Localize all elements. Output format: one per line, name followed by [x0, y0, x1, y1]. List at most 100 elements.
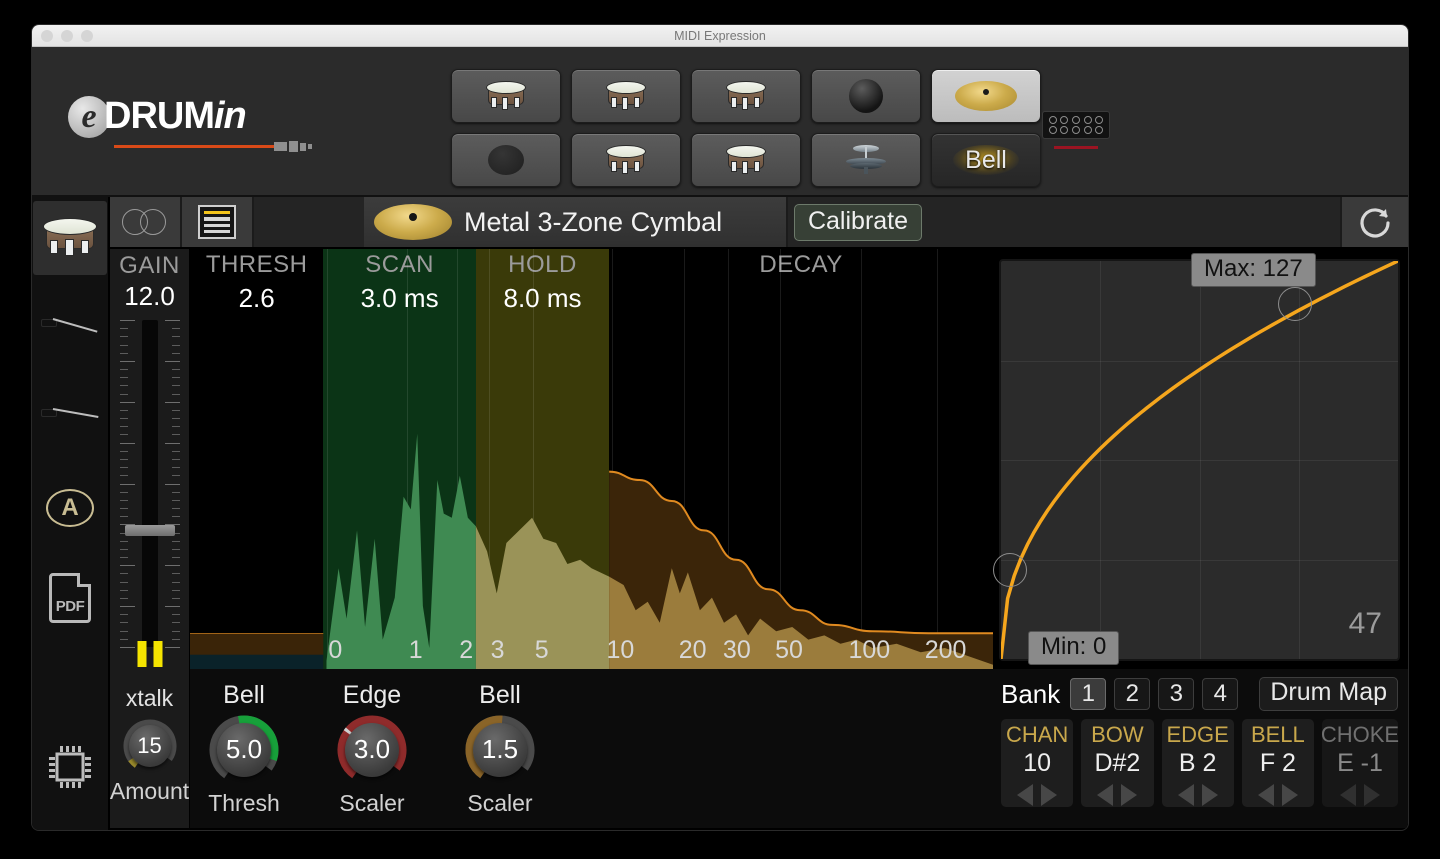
bell-thresh-knob[interactable]: Bell 5.0 Thresh — [208, 681, 280, 817]
pad-grid: Bell — [451, 69, 1041, 187]
pad-3[interactable] — [691, 69, 801, 123]
choke-cell[interactable]: CHOKE E -1 — [1320, 719, 1400, 807]
velocity-curve-panel[interactable]: 47 Max: 127 Min: 0 — [993, 249, 1408, 669]
pad-6[interactable] — [451, 133, 561, 187]
app-logo: e DRUMin — [68, 95, 314, 154]
bank-button-4[interactable]: 4 — [1202, 678, 1239, 710]
x-axis-tick: 20 — [678, 636, 707, 664]
knob-label: Scaler — [339, 789, 405, 816]
bank-button-2[interactable]: 2 — [1114, 678, 1151, 710]
drum-icon — [604, 145, 648, 175]
curve-frame: 47 — [993, 259, 1400, 661]
pad-1[interactable] — [451, 69, 561, 123]
drum-icon — [724, 145, 768, 175]
min-badge[interactable]: Min: 0 — [1028, 631, 1120, 665]
pad-8[interactable] — [691, 133, 801, 187]
window-title: MIDI Expression — [674, 28, 766, 43]
max-handle[interactable] — [1278, 287, 1312, 321]
x-axis-tick: 50 — [775, 636, 803, 664]
x-axis-tick: 0 — [328, 636, 343, 664]
fader-handle[interactable] — [124, 525, 175, 536]
sidebar-item-stick-2[interactable] — [33, 381, 107, 455]
curve-value: 47 — [1348, 607, 1382, 640]
increment-arrow[interactable] — [1201, 784, 1218, 806]
pad-7[interactable] — [571, 133, 681, 187]
sidebar-item-firmware[interactable] — [33, 730, 107, 804]
max-badge[interactable]: Max: 127 — [1191, 253, 1316, 287]
x-axis-tick: 1 — [408, 636, 423, 664]
decrement-arrow[interactable] — [1097, 784, 1114, 806]
fader-track[interactable] — [141, 320, 158, 647]
gain-fader[interactable] — [119, 318, 181, 669]
min-handle[interactable] — [993, 553, 1027, 587]
decrement-arrow[interactable] — [1017, 784, 1034, 806]
bell-cell[interactable]: BELL F 2 — [1241, 719, 1314, 807]
cymbal-icon — [955, 81, 1017, 111]
bank-panel: Bank 1 2 3 4 Drum Map CHAN 10 BOW D#2 ED… — [993, 669, 1408, 828]
connector-jacks-icon — [1042, 111, 1110, 139]
cell-header: BOW — [1091, 722, 1144, 747]
chip-icon — [49, 746, 91, 788]
graph-row: GAIN 12.0 THRESH 2.6 SCAN 3.0 ms HOLD 8.0 ms D… — [110, 249, 1408, 669]
gain-label: GAIN — [119, 252, 180, 279]
bank-row: Bank 1 2 3 4 Drum Map — [1001, 677, 1398, 711]
knob-label: Thresh — [208, 789, 280, 816]
list-button[interactable] — [182, 197, 254, 247]
preset-name: Metal 3-Zone Cymbal — [464, 206, 723, 237]
bank-button-3[interactable]: 3 — [1158, 678, 1195, 710]
knob-value: 5.0 — [217, 722, 271, 777]
edge-cell[interactable]: EDGE B 2 — [1161, 719, 1234, 807]
pad-9[interactable] — [811, 133, 921, 187]
header: e DRUMin Bell — [32, 47, 1408, 197]
signal-graph[interactable]: THRESH 2.6 SCAN 3.0 ms HOLD 8.0 ms DECAY 0 1 2 3 5 1… — [190, 249, 993, 669]
drumstick-icon — [41, 315, 99, 341]
circle-a-icon: A — [46, 489, 94, 527]
drum-icon — [724, 81, 768, 111]
sidebar-item-pad[interactable] — [33, 201, 107, 275]
cell-value: 10 — [1023, 749, 1052, 777]
knob-title: Bell — [223, 680, 265, 709]
bell-scaler-knob[interactable]: Bell 1.5 Scaler — [464, 681, 536, 817]
decrement-arrow[interactable] — [1257, 784, 1274, 806]
app-window: MIDI Expression e DRUMin Bell A PDF Meta… — [32, 25, 1408, 830]
pad-bell-label: Bell — [965, 145, 1007, 174]
drum-icon — [41, 218, 99, 258]
title-bar: MIDI Expression — [32, 25, 1408, 47]
bank-label: Bank — [1001, 678, 1061, 709]
pad-4[interactable] — [811, 69, 921, 123]
cell-value: F 2 — [1259, 749, 1296, 777]
drumstick-icon — [41, 405, 99, 431]
edge-scaler-knob[interactable]: Edge 3.0 Scaler — [336, 681, 408, 817]
bank-button-1[interactable]: 1 — [1070, 678, 1107, 710]
decrement-arrow[interactable] — [1177, 784, 1194, 806]
x-axis-tick: 3 — [490, 636, 505, 664]
sidebar-item-auto[interactable]: A — [33, 471, 107, 545]
refresh-button[interactable] — [1340, 197, 1408, 247]
xtalk-amount-knob[interactable]: 15 — [122, 718, 178, 774]
increment-arrow[interactable] — [1121, 784, 1138, 806]
x-axis-tick: 100 — [848, 636, 891, 664]
drum-map-button[interactable]: Drum Map — [1259, 677, 1398, 711]
sidebar-item-stick-1[interactable] — [33, 291, 107, 365]
preset-selector[interactable]: Metal 3-Zone Cymbal — [364, 197, 788, 247]
connector-led-indicator — [1054, 146, 1098, 149]
increment-arrow[interactable] — [1041, 784, 1058, 806]
drum-icon — [484, 81, 528, 111]
fader-ticks-right — [164, 320, 180, 648]
increment-arrow[interactable] — [1281, 784, 1298, 806]
bow-cell[interactable]: BOW D#2 — [1081, 719, 1154, 807]
x-axis-tick: 10 — [606, 636, 635, 664]
venn-icon — [122, 209, 168, 235]
refresh-icon — [1360, 208, 1390, 238]
cell-value: B 2 — [1178, 749, 1217, 777]
venn-button[interactable] — [110, 197, 182, 247]
sidebar-item-pdf[interactable]: PDF — [33, 561, 107, 635]
decrement-arrow[interactable] — [1340, 784, 1356, 806]
pad-5[interactable] — [931, 69, 1041, 123]
cell-header: CHOKE — [1320, 722, 1400, 747]
chan-cell[interactable]: CHAN 10 — [1001, 719, 1074, 807]
calibrate-button[interactable]: Calibrate — [793, 203, 923, 241]
pad-10[interactable]: Bell — [931, 133, 1041, 187]
pad-2[interactable] — [571, 69, 681, 123]
increment-arrow[interactable] — [1364, 784, 1380, 806]
